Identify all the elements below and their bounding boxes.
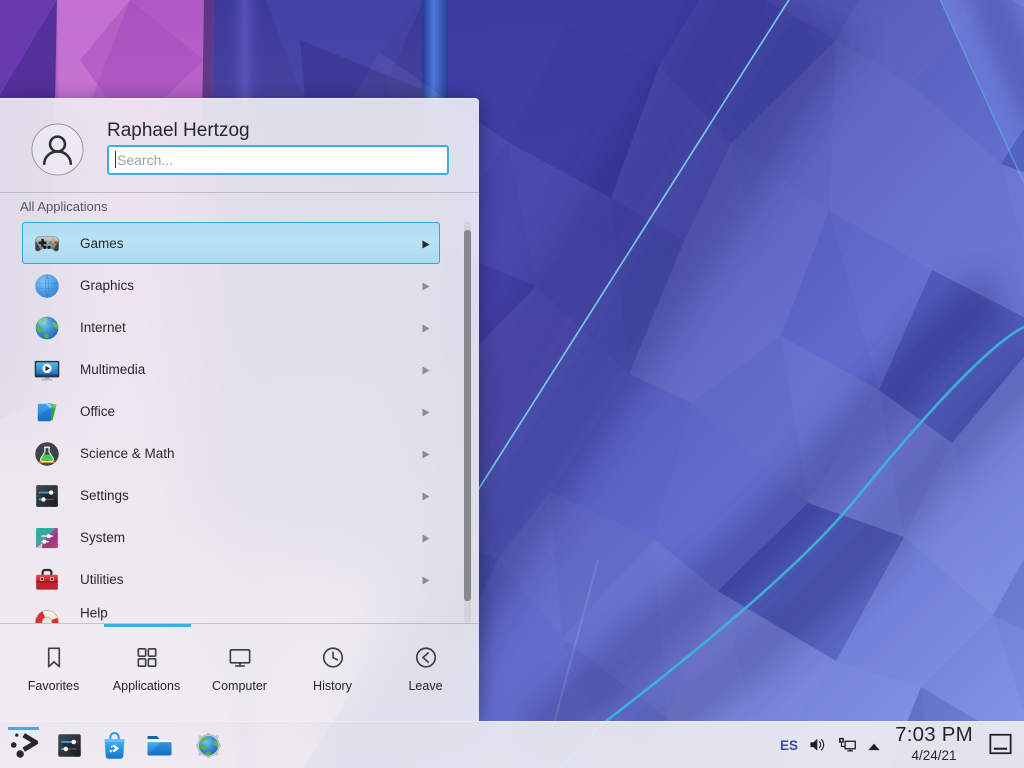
text-cursor xyxy=(115,151,116,168)
settings-icon xyxy=(33,482,61,510)
user-avatar-icon[interactable] xyxy=(31,123,84,176)
applications-icon xyxy=(133,644,160,671)
tab-label: Computer xyxy=(193,679,286,693)
category-label: Science & Math xyxy=(80,433,175,475)
category-label: Help xyxy=(80,593,108,624)
scrollbar-thumb[interactable] xyxy=(464,230,471,601)
header-separator xyxy=(0,192,479,193)
tab-applications[interactable]: Applications xyxy=(100,627,193,721)
submenu-arrow-icon xyxy=(422,282,430,291)
submenu-arrow-icon xyxy=(422,450,430,459)
launcher-tabbar: FavoritesApplicationsComputerHistoryLeav… xyxy=(7,627,472,721)
tab-label: Applications xyxy=(100,679,193,693)
keyboard-layout-indicator[interactable]: ES xyxy=(780,738,798,753)
show-desktop-button[interactable] xyxy=(988,732,1013,756)
network-icon[interactable] xyxy=(838,737,857,753)
category-label: Games xyxy=(80,223,124,265)
application-category-list: GamesGraphicsInternetMultimediaOfficeSci… xyxy=(0,222,479,623)
favorites-icon xyxy=(40,644,67,671)
category-row-help[interactable]: Help xyxy=(22,600,440,623)
history-icon xyxy=(319,644,346,671)
submenu-arrow-icon xyxy=(422,324,430,333)
category-label: Office xyxy=(80,391,115,433)
help-icon xyxy=(33,608,61,623)
category-label: Multimedia xyxy=(80,349,145,391)
graphics-icon xyxy=(33,272,61,300)
tabbar-separator xyxy=(0,623,479,624)
leave-icon xyxy=(412,644,439,671)
submenu-arrow-icon xyxy=(422,576,430,585)
tab-computer[interactable]: Computer xyxy=(193,627,286,721)
submenu-arrow-icon xyxy=(422,534,430,543)
category-row-office[interactable]: Office xyxy=(22,390,440,432)
category-row-internet[interactable]: Internet xyxy=(22,306,440,348)
clock-time: 7:03 PM xyxy=(869,725,999,746)
tab-label: Favorites xyxy=(7,679,100,693)
taskbar-panel: ES 7:03 PM 4/24/21 xyxy=(0,721,1024,768)
utilities-icon xyxy=(33,566,61,594)
category-row-science[interactable]: Science & Math xyxy=(22,432,440,474)
games-icon xyxy=(33,230,61,258)
computer-icon xyxy=(226,644,253,671)
internet-icon xyxy=(33,314,61,342)
submenu-arrow-icon xyxy=(422,408,430,417)
system-icon xyxy=(33,524,61,552)
category-label: Graphics xyxy=(80,265,134,307)
science-icon xyxy=(33,440,61,468)
tab-leave[interactable]: Leave xyxy=(379,627,472,721)
tab-label: History xyxy=(286,679,379,693)
category-row-multimedia[interactable]: Multimedia xyxy=(22,348,440,390)
launcher-header: Raphael Hertzog xyxy=(0,98,479,192)
category-row-games[interactable]: Games xyxy=(22,222,440,264)
category-label: Internet xyxy=(80,307,126,349)
system-tray: ES 7:03 PM 4/24/21 xyxy=(0,722,1024,768)
digital-clock[interactable]: 7:03 PM 4/24/21 xyxy=(869,725,999,762)
category-label: System xyxy=(80,517,125,559)
tab-label: Leave xyxy=(379,679,472,693)
user-name: Raphael Hertzog xyxy=(107,120,250,142)
multimedia-icon xyxy=(33,356,61,384)
submenu-arrow-icon xyxy=(422,366,430,375)
section-label: All Applications xyxy=(20,199,107,214)
search-input[interactable] xyxy=(107,145,449,175)
office-icon xyxy=(33,398,61,426)
submenu-arrow-icon xyxy=(422,492,430,501)
tab-favorites[interactable]: Favorites xyxy=(7,627,100,721)
category-label: Settings xyxy=(80,475,129,517)
submenu-arrow-icon xyxy=(422,240,430,249)
category-row-system[interactable]: System xyxy=(22,516,440,558)
category-row-graphics[interactable]: Graphics xyxy=(22,264,440,306)
clock-date: 4/24/21 xyxy=(869,749,999,763)
application-launcher-popup: Raphael Hertzog All Applications GamesGr… xyxy=(0,98,479,721)
tab-history[interactable]: History xyxy=(286,627,379,721)
category-row-settings[interactable]: Settings xyxy=(22,474,440,516)
desktop: Raphael Hertzog All Applications GamesGr… xyxy=(0,0,1024,768)
volume-icon[interactable] xyxy=(809,737,827,753)
